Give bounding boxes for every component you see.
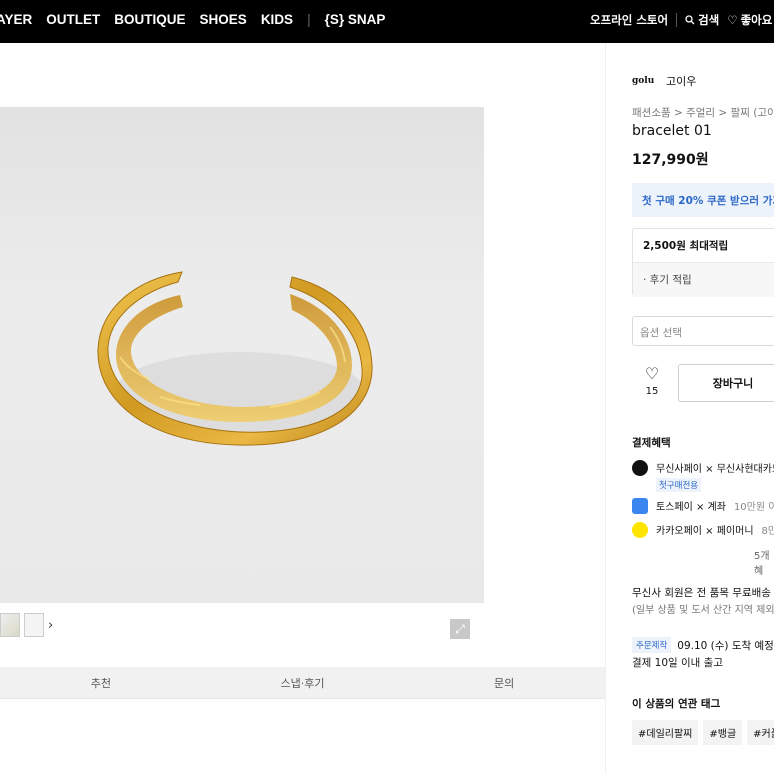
product-main-image[interactable] — [0, 107, 484, 603]
release-info: 결제 10일 이내 출고 — [632, 657, 723, 669]
nav-item-kids[interactable]: KIDS — [261, 12, 293, 27]
musinsa-pay-icon — [632, 460, 648, 476]
benefit-text: 카카오페이 × 페이머니 — [656, 526, 754, 537]
product-price: 127,990원 — [632, 152, 709, 168]
heart-icon: ♡ — [727, 13, 738, 27]
top-utility-links: 오프라인 스토어 검색 ♡ 좋아요 — [590, 12, 772, 28]
order-made-badge: 주문제작 — [632, 637, 672, 653]
arrival-date: 09.10 (수) 도착 예정 — [677, 639, 774, 652]
detail-tabs: 추천 스냅·후기 문의 — [0, 667, 605, 699]
product-gallery: › ⤢ 추천 스냅·후기 문의 — [0, 43, 605, 766]
offline-store-link[interactable]: 오프라인 스토어 — [590, 12, 668, 28]
brand-link[interactable]: golu 고이우 — [632, 71, 696, 91]
benefit-extra: 8만원 — [761, 526, 774, 537]
product-info-panel: golu 고이우 패션소품 > 주얼리 > 팔찌 (고이우) bracelet … — [605, 43, 774, 774]
search-link[interactable]: 검색 — [685, 12, 719, 28]
expand-icon[interactable]: ⤢ — [450, 619, 470, 639]
nav-item-boutique[interactable]: BOUTIQUE — [114, 12, 185, 27]
like-link[interactable]: ♡ 좋아요 — [727, 12, 772, 28]
tab-snap-review[interactable]: 스냅·후기 — [202, 667, 404, 698]
product-title: bracelet 01 — [632, 123, 712, 139]
shipping-note: (일부 상품 및 도서 산간 지역 제외) — [632, 605, 774, 616]
like-button[interactable]: ♡ 15 — [636, 364, 668, 398]
tag-chip[interactable]: #커플 — [747, 720, 774, 745]
benefit-extra: 10만원 이상 — [733, 502, 774, 513]
nav-item-snap[interactable]: {S} SNAP — [325, 12, 386, 27]
review-points[interactable]: · 후기 적립 — [633, 263, 774, 297]
nav-separator: | — [307, 12, 311, 27]
free-shipping-text: 무신사 회원은 전 품목 무료배송 — [632, 587, 771, 599]
nav-item-player[interactable]: AYER — [0, 12, 32, 27]
tab-inquiry[interactable]: 문의 — [403, 667, 605, 698]
payment-benefits-title: 결제혜택 — [632, 437, 671, 449]
tab-recommend[interactable]: 추천 — [0, 667, 202, 698]
more-benefits-link[interactable]: 5개 혜 — [754, 547, 774, 577]
breadcrumb[interactable]: 패션소품 > 주얼리 > 팔찌 (고이우) — [632, 105, 774, 120]
coupon-banner[interactable]: 첫 구매 20% 쿠폰 받으러 가기 — [632, 183, 774, 217]
thumbnail-strip: › — [0, 612, 53, 638]
divider — [676, 13, 678, 27]
top-nav-bar: AYER OUTLET BOUTIQUE SHOES KIDS | {S} SN… — [0, 0, 774, 43]
tag-chip[interactable]: #데일리팔찌 — [632, 720, 699, 745]
chevron-right-icon[interactable]: › — [48, 618, 53, 633]
like-label: 좋아요 — [740, 13, 773, 27]
toss-pay-icon — [632, 498, 648, 514]
payment-benefit-item[interactable]: 토스페이 × 계좌 10만원 이상 — [632, 498, 774, 514]
brand-logo: golu — [632, 76, 655, 86]
thumbnail[interactable] — [24, 613, 44, 637]
brand-name: 고이우 — [666, 75, 697, 88]
search-icon — [685, 15, 695, 25]
arrival-info: 주문제작 09.10 (수) 도착 예정 ⓘ — [632, 637, 774, 653]
add-to-cart-button[interactable]: 장바구니 — [678, 364, 774, 402]
max-points: 2,500원 최대적립 — [633, 229, 774, 263]
benefit-text: 무신사페이 × 무신사현대카드 — [656, 464, 774, 475]
kakao-pay-icon — [632, 522, 648, 538]
heart-icon: ♡ — [644, 364, 660, 383]
benefit-text: 토스페이 × 계좌 — [656, 502, 726, 513]
payment-benefit-item[interactable]: 무신사페이 × 무신사현대카드 첫구매전용 — [632, 460, 774, 492]
related-tags: #데일리팔찌 #뱅글 #커플 — [632, 720, 774, 745]
points-box: 2,500원 최대적립 · 후기 적립 — [632, 228, 774, 297]
payment-benefit-item[interactable]: 카카오페이 × 페이머니 8만원 — [632, 522, 774, 538]
related-tags-title: 이 상품의 연관 태그 — [632, 698, 721, 710]
first-purchase-badge: 첫구매전용 — [656, 478, 702, 492]
nav-item-outlet[interactable]: OUTLET — [46, 12, 100, 27]
like-count: 15 — [645, 386, 659, 397]
main-nav: AYER OUTLET BOUTIQUE SHOES KIDS | {S} SN… — [0, 12, 385, 27]
tag-chip[interactable]: #뱅글 — [703, 720, 743, 745]
nav-item-shoes[interactable]: SHOES — [200, 12, 247, 27]
search-label: 검색 — [698, 13, 720, 27]
gold-bracelet-image — [97, 271, 373, 446]
thumbnail[interactable] — [0, 613, 20, 637]
option-select[interactable]: 옵션 선택 — [632, 316, 774, 346]
